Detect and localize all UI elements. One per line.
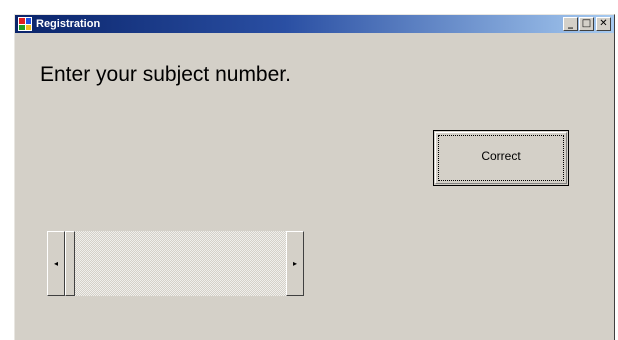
scroll-track[interactable] [75,231,286,296]
prompt-label: Enter your subject number. [40,63,291,86]
scroll-left-button[interactable]: ◂ [47,231,65,296]
maximize-icon: □ [581,18,592,29]
scroll-thumb[interactable] [65,231,75,296]
close-button[interactable]: ✕ [596,17,611,31]
app-icon[interactable] [18,17,32,31]
arrow-right-icon: ▸ [292,259,297,268]
correct-button[interactable]: Correct [433,130,569,186]
maximize-button[interactable]: □ [579,17,594,31]
close-icon: ✕ [599,18,608,29]
title-bar[interactable]: Registration _ □ ✕ [15,15,614,33]
minimize-button[interactable]: _ [563,17,578,31]
arrow-left-icon: ◂ [53,259,58,268]
subject-number-scrollbar[interactable]: ◂ ▸ [47,231,304,296]
registration-window: Registration _ □ ✕ Enter your subject nu… [14,14,615,340]
window-title: Registration [36,18,101,30]
correct-button-label: Correct [481,149,521,163]
scroll-right-button[interactable]: ▸ [286,231,304,296]
minimize-icon: _ [568,18,573,29]
